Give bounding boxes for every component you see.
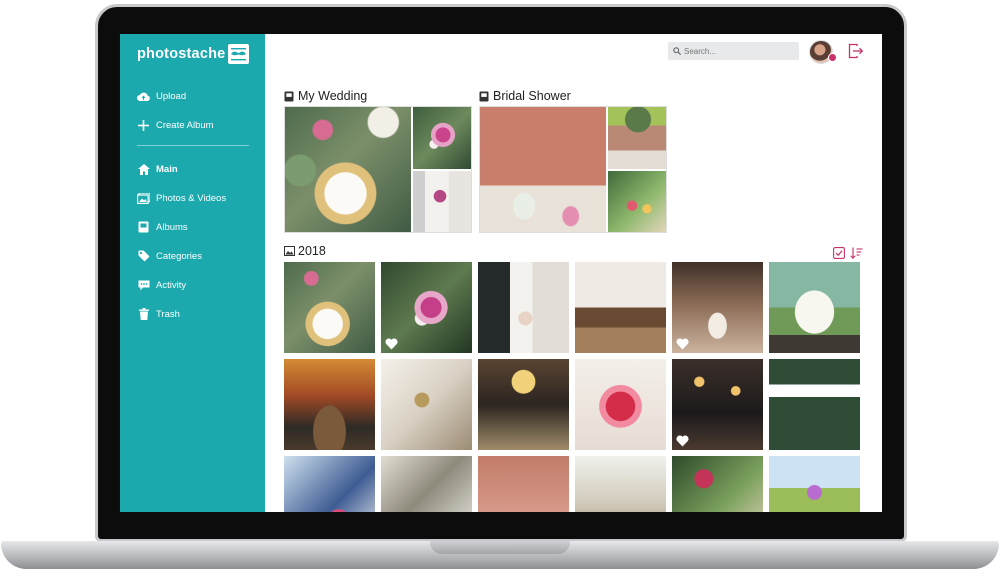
grid-photo[interactable] [575, 456, 666, 512]
app-name: photostache [137, 46, 226, 62]
grid-photo[interactable] [769, 359, 860, 450]
logout-icon[interactable] [848, 43, 864, 59]
image-icon [137, 192, 150, 205]
album-title-bridal-shower[interactable]: Bridal Shower [479, 89, 571, 103]
grid-photo[interactable] [284, 456, 375, 512]
laptop-notch [430, 541, 570, 554]
grid-photo[interactable] [672, 262, 763, 353]
mustache-logo-icon [228, 44, 249, 64]
sidebar-item-label: Main [156, 163, 178, 175]
sidebar-item-albums[interactable]: Albums [137, 218, 188, 236]
app-screen: photostache Upload Create Album Main Pho… [120, 34, 882, 512]
album-icon [137, 221, 150, 234]
search-icon [670, 47, 684, 55]
plus-icon [137, 119, 150, 132]
sidebar-item-activity[interactable]: Activity [137, 276, 186, 294]
cloud-upload-icon [137, 90, 150, 103]
album-icon [284, 91, 295, 102]
grid-photo[interactable] [381, 359, 472, 450]
sidebar-item-label: Trash [156, 308, 180, 320]
avatar-status-badge [828, 53, 837, 62]
sidebar-item-label: Photos & Videos [156, 192, 227, 204]
album-card-my-wedding[interactable] [284, 106, 472, 233]
album-icon [479, 91, 490, 102]
grid-photo[interactable] [478, 359, 569, 450]
photo-tile [480, 107, 606, 232]
comment-icon [137, 279, 150, 292]
heart-icon[interactable] [385, 337, 398, 350]
album-card-bridal-shower[interactable] [479, 106, 667, 233]
sidebar-item-trash[interactable]: Trash [137, 305, 180, 323]
sidebar-item-label: Activity [156, 279, 187, 291]
grid-photo[interactable] [478, 262, 569, 353]
heart-icon[interactable] [676, 434, 689, 447]
heart-icon[interactable] [676, 337, 689, 350]
photo-tile [608, 171, 666, 232]
sidebar-item-create-album[interactable]: Create Album [137, 116, 214, 134]
select-checkbox-icon[interactable] [833, 246, 845, 259]
sidebar-item-label: Create Album [156, 119, 214, 131]
section-title-2018: 2018 [284, 244, 326, 258]
sidebar-item-label: Upload [156, 90, 187, 102]
grid-photo[interactable] [381, 456, 472, 512]
sidebar-divider [137, 145, 249, 146]
album-name: Bridal Shower [493, 89, 571, 103]
grid-photo[interactable] [769, 456, 860, 512]
brand[interactable]: photostache [137, 44, 253, 70]
album-title-my-wedding[interactable]: My Wedding [284, 89, 367, 103]
sidebar-item-label: Categories [156, 250, 202, 262]
grid-photo[interactable] [769, 262, 860, 353]
sidebar-item-main[interactable]: Main [137, 160, 178, 178]
home-icon [137, 163, 150, 176]
photo-tile [285, 107, 411, 232]
grid-photo[interactable] [381, 262, 472, 353]
sidebar-item-photos-videos[interactable]: Photos & Videos [137, 189, 226, 207]
image-icon [284, 245, 295, 257]
section-name: 2018 [298, 244, 326, 258]
grid-photo[interactable] [672, 456, 763, 512]
grid-photo[interactable] [575, 359, 666, 450]
sidebar-item-label: Albums [156, 221, 188, 233]
photo-tile [413, 171, 471, 232]
search-input[interactable] [684, 46, 794, 56]
sidebar-item-categories[interactable]: Categories [137, 247, 202, 265]
sidebar: photostache Upload Create Album Main Pho… [120, 34, 265, 512]
sidebar-item-upload[interactable]: Upload [137, 87, 186, 105]
photo-tile [413, 107, 471, 169]
album-name: My Wedding [298, 89, 368, 103]
grid-photo[interactable] [284, 262, 375, 353]
search-box[interactable] [668, 42, 799, 60]
tag-icon [137, 250, 150, 263]
grid-photo[interactable] [575, 262, 666, 353]
grid-photo[interactable] [672, 359, 763, 450]
trash-icon [137, 308, 150, 321]
sort-icon[interactable] [850, 246, 863, 260]
photo-tile [608, 107, 666, 169]
grid-photo[interactable] [478, 456, 569, 512]
grid-photo[interactable] [284, 359, 375, 450]
